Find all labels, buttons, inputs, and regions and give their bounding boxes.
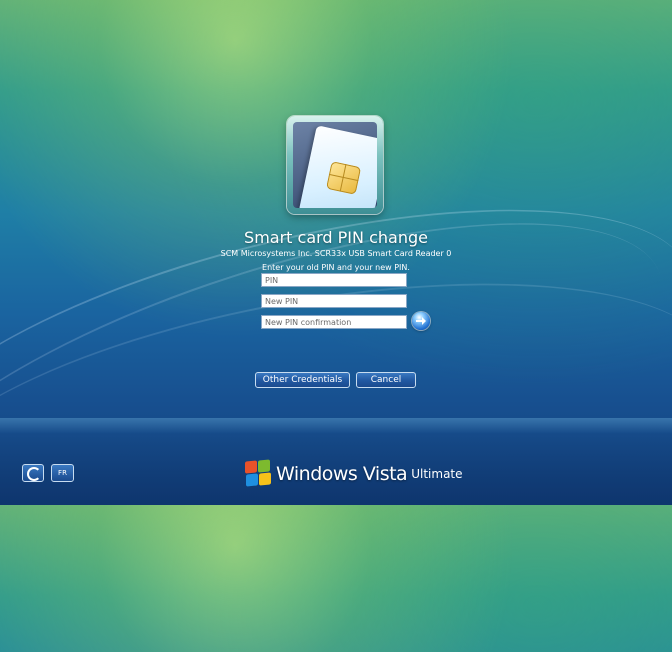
new-pin-confirmation-input[interactable] (261, 315, 407, 329)
product-edition: Ultimate (411, 467, 463, 481)
ease-of-access-button[interactable] (22, 464, 44, 482)
other-credentials-button[interactable]: Other Credentials (255, 372, 350, 388)
arrow-right-icon (416, 317, 426, 325)
dialog-title: Smart card PIN change (244, 228, 428, 247)
tile-inner (293, 122, 377, 208)
card-chip (326, 161, 362, 195)
submit-arrow-button[interactable] (412, 312, 430, 330)
language-button[interactable]: FR (51, 464, 74, 482)
instruction-text: Enter your old PIN and your new PIN. (262, 263, 410, 272)
smart-card-icon (298, 125, 377, 208)
windows-logo-icon (244, 459, 272, 488)
ease-of-access-icon (27, 467, 41, 481)
windows-vista-branding: Windows Vista Ultimate (244, 458, 463, 490)
pin-input[interactable] (261, 273, 407, 287)
product-name: Windows Vista (276, 463, 408, 485)
smart-card-tile (287, 116, 383, 214)
reader-name: SCM Microsystems Inc. SCR33x USB Smart C… (220, 249, 452, 258)
new-pin-input[interactable] (261, 294, 407, 308)
cancel-button[interactable]: Cancel (356, 372, 416, 388)
